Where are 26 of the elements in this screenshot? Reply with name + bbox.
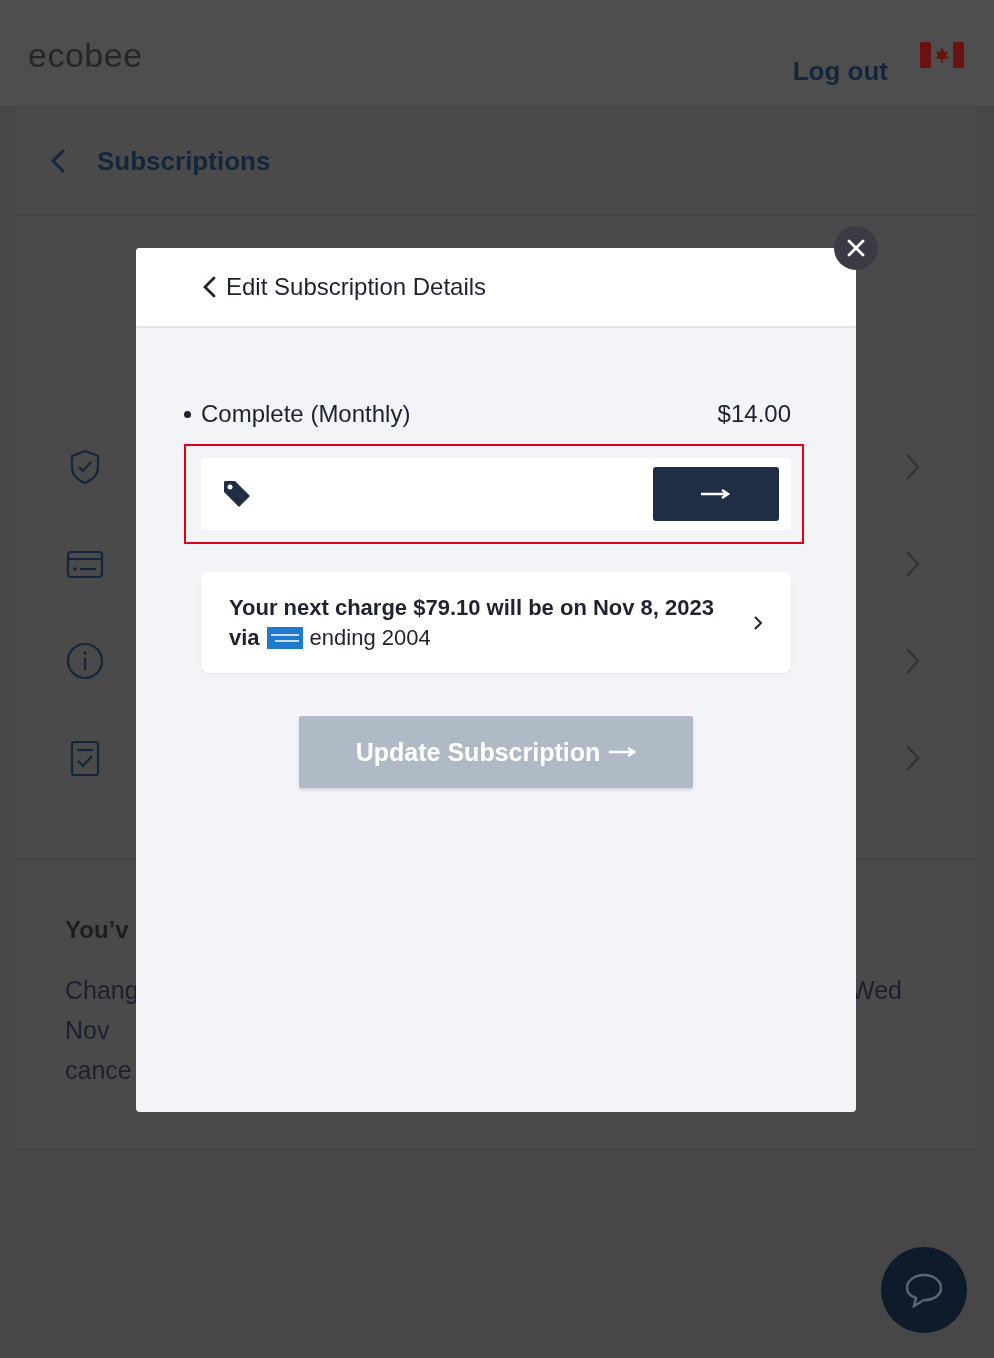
info-icon [65,640,105,681]
back-icon[interactable] [202,276,218,298]
speech-bubble-icon [904,1272,944,1308]
chevron-icon[interactable] [905,453,921,480]
chevron-icon[interactable] [905,647,921,674]
arrow-icon [608,746,637,758]
charge-card[interactable]: Your next charge $79.10 will be on Nov 8, 2023 via ending 2004 [201,572,791,673]
arrow-icon [700,488,732,500]
card-logo-icon [266,626,303,649]
plan-price: $14.00 [717,400,791,428]
chevron-icon [753,614,763,631]
modal-title: Edit Subscription Details [226,273,487,301]
promo-code-field[interactable] [201,458,791,530]
logout-link[interactable]: Log out [792,56,888,87]
via-text: via [229,624,260,651]
tag-icon [221,478,253,510]
chevron-icon[interactable] [905,744,921,771]
plan-name: Complete (Monthly) [201,400,411,428]
bullet-icon [184,410,191,418]
card-ending: ending 2004 [309,624,431,651]
apply-button[interactable] [653,467,779,521]
chevron-icon[interactable] [905,550,921,577]
page-title: Subscriptions [97,145,271,177]
charge-text: Your next charge $79.10 will be on Nov 8, 2023 [229,594,715,621]
flag-icon[interactable] [920,42,964,68]
close-icon [847,239,865,257]
